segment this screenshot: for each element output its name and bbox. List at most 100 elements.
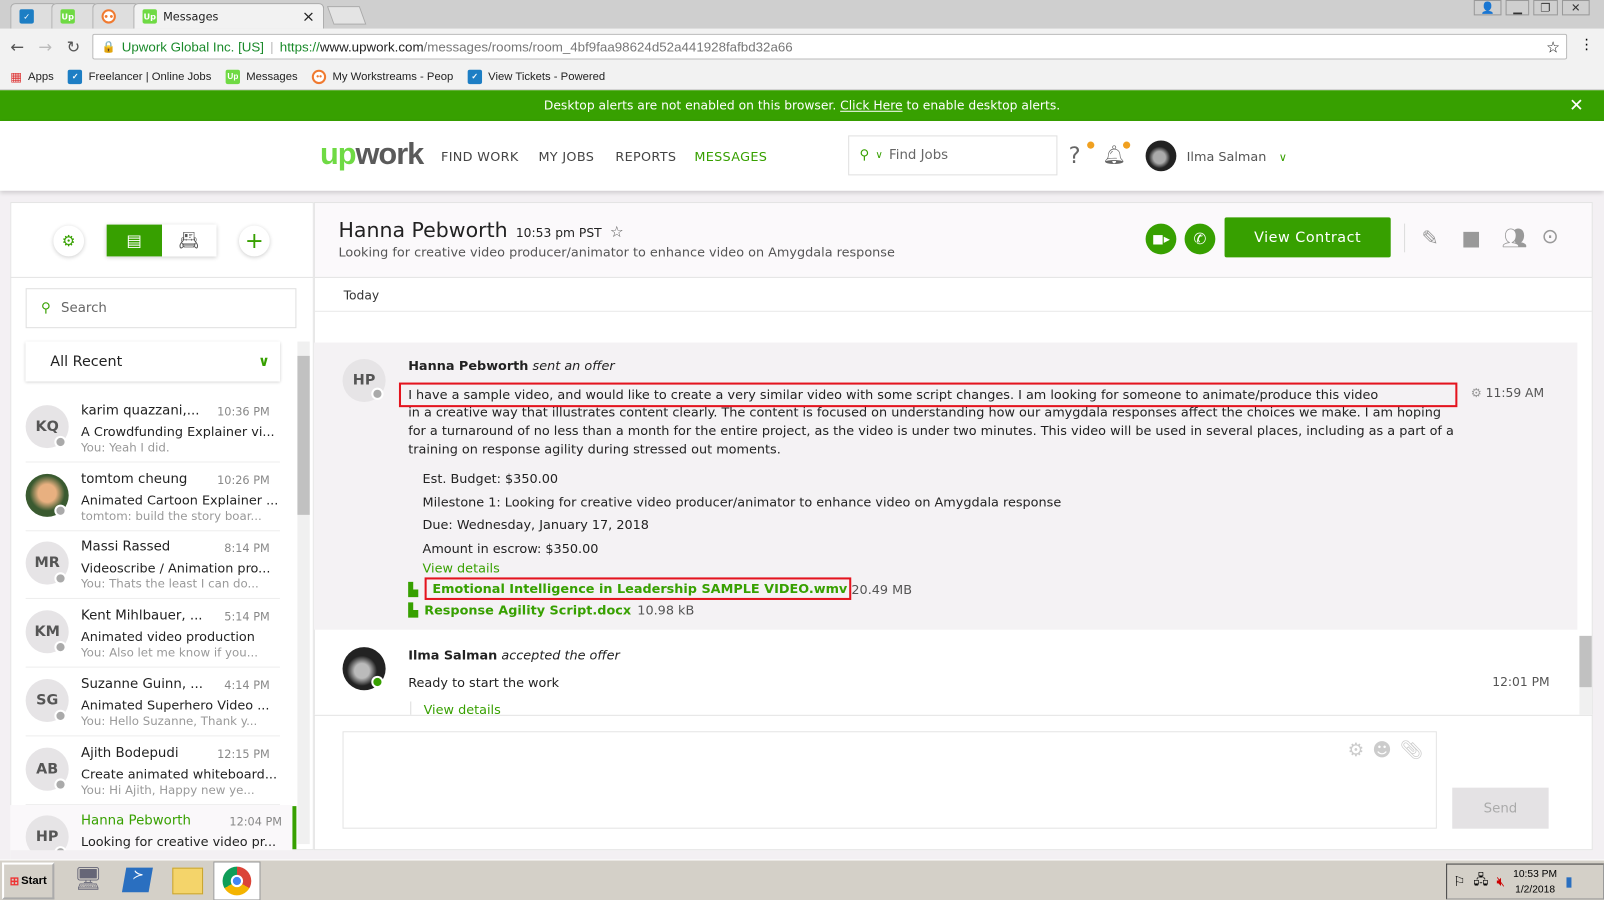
upwork-icon: Up bbox=[142, 9, 157, 24]
status-dot bbox=[54, 641, 67, 654]
video-call-button[interactable]: ■▸ bbox=[1145, 223, 1177, 255]
nav-reports[interactable]: REPORTS bbox=[615, 149, 676, 164]
status-dot bbox=[54, 777, 67, 791]
room-list-item[interactable]: KQ karim quazzani,... 10:36 PM A Crowdfu… bbox=[25, 395, 280, 463]
plus-icon: + bbox=[244, 228, 264, 254]
view-contract-button[interactable]: View Contract bbox=[1224, 217, 1391, 258]
contacts-icon: 📇︎ bbox=[178, 230, 200, 251]
browser-tab-messages[interactable]: Up Messages × bbox=[133, 3, 325, 29]
nav-find-work[interactable]: FIND WORK bbox=[441, 149, 519, 164]
close-tab-icon[interactable]: × bbox=[302, 7, 315, 25]
upwork-icon: Up bbox=[60, 9, 75, 24]
room-name: tomtom cheung bbox=[81, 471, 188, 487]
chat-icon: ▤ bbox=[126, 230, 142, 251]
chevron-down-icon: ∨ bbox=[258, 353, 270, 370]
composer-tools: ⚙ ☻ 📎︎ bbox=[1348, 739, 1424, 761]
send-button[interactable]: Send bbox=[1452, 787, 1549, 829]
search-input[interactable]: ⚲ Search bbox=[25, 288, 297, 329]
volume-muted-icon[interactable]: 🔇︎ bbox=[1497, 873, 1505, 889]
status-dot bbox=[371, 387, 384, 400]
bookmark-workstreams[interactable]: •• My Workstreams - Peop bbox=[311, 69, 453, 84]
chrome-taskbar-button[interactable] bbox=[213, 861, 261, 900]
url-input[interactable]: 🔒 Upwork Global Inc. [US] | https://www.… bbox=[92, 33, 1568, 60]
folder-icon[interactable]: ■ bbox=[1461, 226, 1480, 251]
show-desktop-icon[interactable]: ▮ bbox=[1565, 873, 1572, 889]
room-time: 8:14 PM bbox=[224, 541, 270, 556]
nav-messages[interactable]: MESSAGES bbox=[694, 149, 767, 164]
workstreams-icon: •• bbox=[101, 9, 116, 24]
reload-icon[interactable]: ↻ bbox=[66, 37, 80, 56]
help-badge bbox=[1087, 141, 1095, 149]
close-window-icon[interactable]: ✕ bbox=[1561, 0, 1590, 16]
view-details-link[interactable]: View details bbox=[410, 701, 501, 715]
contacts-view-button[interactable]: 📇︎ bbox=[161, 224, 217, 257]
new-room-button[interactable]: + bbox=[238, 225, 270, 257]
help-icon[interactable]: ? bbox=[1069, 144, 1081, 170]
restore-icon[interactable]: ❐ bbox=[1533, 0, 1558, 16]
room-list-item[interactable]: KM Kent Mihlbauer, ... 5:14 PM Animated … bbox=[25, 600, 280, 668]
attachment: ▙ Response Agility Script.docx 10.98 kB bbox=[408, 602, 695, 618]
conversation-scrollbar[interactable] bbox=[1579, 635, 1592, 715]
bookmark-star-icon[interactable]: ☆ bbox=[1546, 37, 1560, 55]
close-banner-icon[interactable]: ✕ bbox=[1569, 95, 1584, 116]
bell-icon[interactable]: 🔔︎ bbox=[1103, 145, 1126, 167]
room-name: Suzanne Guinn, ... bbox=[81, 676, 204, 693]
message-body: in a creative way that illustrates conte… bbox=[408, 404, 1454, 457]
room-list-item[interactable]: AB Ajith Bodepudi 12:15 PM Create animat… bbox=[25, 737, 280, 805]
bookmark-apps[interactable]: ▦ Apps bbox=[10, 69, 54, 83]
chevron-down-icon[interactable]: ∨ bbox=[875, 150, 883, 161]
room-time: 12:04 PM bbox=[229, 815, 283, 829]
room-time: 10:26 PM bbox=[217, 473, 270, 487]
message-header: Hanna Pebworth sent an offer bbox=[408, 357, 615, 374]
enable-alerts-link[interactable]: Click Here bbox=[840, 98, 902, 112]
forward-icon[interactable]: → bbox=[38, 37, 52, 56]
view-details-link[interactable]: View details bbox=[423, 560, 500, 575]
attachment-link[interactable]: Response Agility Script.docx bbox=[424, 602, 631, 617]
upwork-logo[interactable]: upwork bbox=[320, 137, 424, 172]
user-menu[interactable]: Ilma Salman ∨ bbox=[1187, 149, 1287, 164]
powershell-icon[interactable]: ≻ bbox=[121, 867, 153, 893]
sidebar-scrollbar[interactable] bbox=[297, 341, 310, 845]
find-jobs-search[interactable]: ⚲ ∨ Find Jobs bbox=[848, 135, 1058, 176]
message-input[interactable] bbox=[342, 731, 1437, 829]
file-explorer-icon[interactable] bbox=[172, 867, 204, 895]
room-subject: Animated Superhero Video ... bbox=[81, 697, 270, 713]
bookmark-messages[interactable]: Up Messages bbox=[225, 69, 298, 84]
bookmark-view-tickets[interactable]: ✓ View Tickets - Powered bbox=[467, 69, 605, 84]
room-list-item[interactable]: tomtom cheung 10:26 PM Animated Cartoon … bbox=[25, 463, 280, 531]
settings-button[interactable]: ⚙ bbox=[53, 225, 85, 257]
gear-icon[interactable]: ⚙ bbox=[1348, 739, 1365, 761]
start-button[interactable]: ⊞ Start bbox=[2, 862, 55, 900]
new-tab-button[interactable] bbox=[326, 6, 367, 25]
star-icon[interactable]: ☆ bbox=[610, 223, 624, 241]
room-list-item[interactable]: MR Massi Rassed 8:14 PM Videoscribe / An… bbox=[25, 532, 280, 600]
online-status-dot bbox=[371, 675, 384, 689]
back-icon[interactable]: ← bbox=[10, 37, 24, 56]
freelancer-icon: ✓ bbox=[19, 9, 34, 24]
room-list-item[interactable]: SG Suzanne Guinn, ... 4:14 PM Animated S… bbox=[25, 668, 280, 737]
gear-icon[interactable]: ⚙ bbox=[1471, 386, 1482, 400]
gear-icon: ⚙ bbox=[61, 231, 76, 251]
phone-call-button[interactable]: ✆ bbox=[1184, 223, 1216, 255]
messages-view-button[interactable]: ▤ bbox=[106, 224, 162, 257]
message-time: ⚙ 11:59 AM bbox=[1470, 385, 1545, 400]
avatar[interactable] bbox=[1145, 140, 1177, 172]
search-icon: ⚲ bbox=[41, 300, 51, 316]
filter-dropdown[interactable]: All Recent ∨ bbox=[26, 342, 280, 382]
emoji-icon[interactable]: ☻ bbox=[1372, 739, 1391, 761]
clock[interactable]: 10:53 PM 1/2/2018 bbox=[1513, 866, 1557, 897]
room-preview: You: Yeah I did. bbox=[81, 439, 170, 455]
bookmark-freelancer[interactable]: ✓ Freelancer | Online Jobs bbox=[68, 69, 211, 84]
more-options-icon[interactable]: ⊙ bbox=[1541, 224, 1558, 249]
menu-icon[interactable]: ⋮ bbox=[1579, 37, 1593, 53]
nav-my-jobs[interactable]: MY JOBS bbox=[538, 149, 594, 164]
network-icon[interactable]: 🖧︎ bbox=[1473, 870, 1488, 893]
notepad-icon[interactable]: ✎ bbox=[1421, 226, 1438, 251]
flag-icon[interactable]: ⚐ bbox=[1453, 873, 1465, 889]
server-manager-icon[interactable]: 🖥︎ bbox=[74, 867, 103, 893]
attachment-link[interactable]: Emotional Intelligence in Leadership SAM… bbox=[432, 580, 847, 595]
profile-icon[interactable]: 👤 bbox=[1473, 0, 1502, 16]
minimize-icon[interactable]: ▁ bbox=[1506, 0, 1530, 16]
people-icon[interactable]: 👥︎ bbox=[1501, 226, 1527, 251]
paperclip-icon[interactable]: 📎︎ bbox=[1400, 739, 1423, 761]
